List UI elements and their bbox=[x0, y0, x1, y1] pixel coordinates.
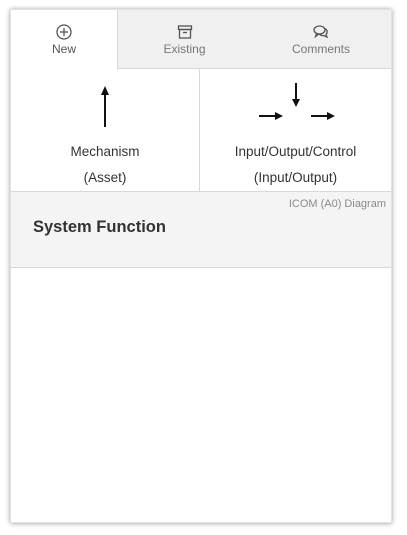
type-selector: Mechanism (Asset) Input/Output/Control (… bbox=[11, 69, 391, 192]
tab-new-label: New bbox=[51, 42, 76, 56]
archive-box-icon bbox=[177, 24, 192, 39]
diagram-label: ICOM (A0) Diagram bbox=[288, 198, 386, 210]
tab-existing[interactable]: Existing bbox=[118, 10, 251, 68]
tab-new[interactable]: New bbox=[11, 10, 118, 69]
tab-comments[interactable]: Comments bbox=[251, 10, 391, 68]
plus-circle-icon bbox=[56, 24, 72, 40]
function-title: System Function bbox=[33, 218, 166, 236]
arrow-up-icon bbox=[101, 86, 109, 127]
icoc-subtitle: (Input/Output) bbox=[253, 170, 338, 185]
input-output-control-option[interactable]: Input/Output/Control (Input/Output) bbox=[200, 69, 391, 191]
chat-bubbles-icon bbox=[313, 24, 329, 38]
side-panel: New Existing Comments Mechanism (Asset) … bbox=[10, 9, 392, 523]
selected-function[interactable]: ICOM (A0) Diagram System Function bbox=[11, 192, 391, 268]
mechanism-option[interactable]: Mechanism (Asset) bbox=[11, 69, 200, 191]
icoc-title: Input/Output/Control bbox=[234, 144, 357, 159]
tab-comments-label: Comments bbox=[291, 41, 350, 56]
content-area bbox=[11, 268, 391, 522]
tab-existing-label: Existing bbox=[163, 41, 206, 56]
tab-bar: New Existing Comments bbox=[11, 10, 391, 69]
io-arrows-icon bbox=[258, 83, 335, 120]
mechanism-subtitle: (Asset) bbox=[83, 170, 127, 185]
mechanism-title: Mechanism bbox=[70, 144, 140, 159]
